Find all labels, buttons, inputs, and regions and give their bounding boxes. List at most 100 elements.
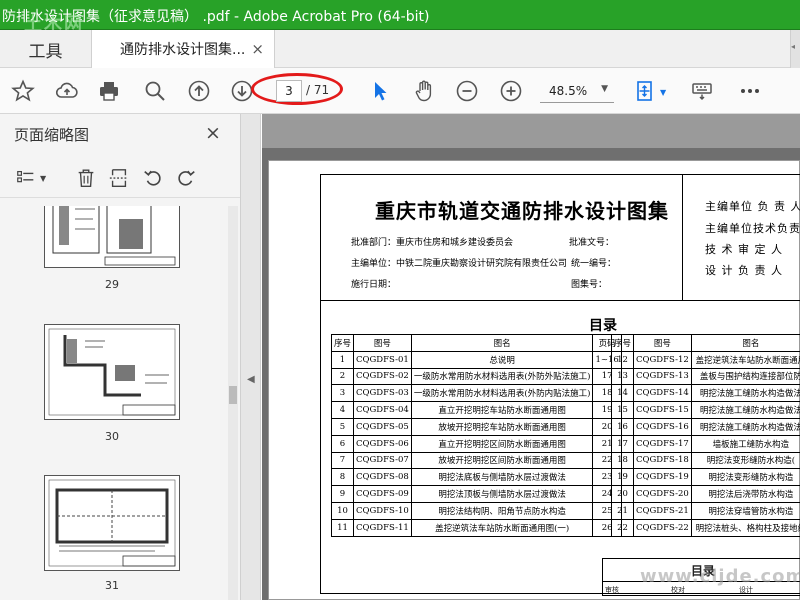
cloud-upload-icon — [55, 82, 78, 98]
bookmark-star-button[interactable] — [9, 77, 37, 105]
approval-number: 批准文号： — [569, 238, 615, 248]
document-view[interactable]: 重庆市轨道交通防排水设计图集 批准部门：重庆市住房和城乡建设委员会 批准文号： … — [262, 114, 800, 600]
select-tool-button[interactable] — [366, 77, 394, 105]
table-cell: 21 — [610, 501, 635, 520]
cursor-arrow-icon — [375, 82, 387, 101]
rotate-cw-button[interactable] — [174, 166, 198, 190]
toc-right-body: 12 CQGDFS-12 盖挖逆筑法车站防水断面通用 13 CQGDFS-13 盖板与围护… — [610, 350, 800, 537]
thumbnail-page-29[interactable] — [44, 206, 180, 268]
table-header-row: 序号 图号 图名 页码 — [330, 334, 622, 352]
table-cell: 13 — [610, 367, 635, 386]
zoom-out-button[interactable] — [453, 77, 481, 105]
table-cell: 6 — [330, 434, 355, 453]
tab-tools[interactable]: 工具 — [0, 30, 92, 68]
approval-department: 批准部门：重庆市住房和城乡建设委员会 — [351, 238, 514, 248]
tab-bar: 工具 通防排水设计图集... × ◂ — [0, 30, 800, 68]
column-header: 图名 — [410, 334, 594, 352]
role-label: 设 计 负 责 人 — [705, 264, 783, 277]
extract-page-button[interactable] — [107, 166, 131, 190]
more-tools-button[interactable] — [736, 77, 764, 105]
fit-page-button[interactable] — [632, 77, 660, 105]
table-cell: 19 — [610, 468, 635, 487]
tab-scroll[interactable]: ◂ — [790, 30, 800, 68]
minus-circle-icon — [456, 80, 478, 102]
table-cell: 明挖法桩头、格构柱及接地线 — [690, 518, 800, 537]
keyboard-tool-button[interactable] — [688, 77, 716, 105]
keyboard-icon — [692, 83, 712, 101]
table-cell: CQGDFS-10 — [353, 501, 412, 520]
table-cell: 10 — [330, 501, 355, 520]
scrollbar-thumb[interactable] — [229, 386, 237, 404]
plus-circle-icon — [500, 80, 522, 102]
signature-label: 审核 — [605, 586, 619, 594]
role-label: 主编单位技术负责人 — [705, 222, 800, 235]
table-row: 5 CQGDFS-05 放坡开挖明挖车站防水断面通用图 20 — [330, 417, 622, 436]
thumbnail-scrollbar[interactable] — [228, 206, 238, 600]
table-cell: 直立开挖明挖车站防水断面通用图 — [410, 401, 594, 419]
tab-close-icon[interactable]: × — [251, 40, 264, 58]
thumbnail-label: 31 — [105, 579, 119, 592]
table-cell: 11 — [330, 518, 355, 537]
delete-page-button[interactable] — [74, 166, 98, 190]
thumbnail-label: 29 — [105, 278, 119, 291]
upload-cloud-button[interactable] — [53, 77, 81, 105]
table-cell: 一级防水常用防水材料选用表(外防外贴法施工) — [410, 367, 594, 386]
page-number-input[interactable]: 3 — [276, 80, 302, 102]
table-cell: 盖挖逆筑法车站防水断面通用 — [690, 350, 800, 369]
table-cell: 4 — [330, 401, 355, 419]
zoom-select[interactable]: 48.5% ▼ — [540, 79, 614, 103]
table-row: 22 CQGDFS-22 明挖法桩头、格构柱及接地线 — [610, 518, 800, 537]
table-cell: CQGDFS-14 — [633, 384, 692, 403]
table-row: 3 CQGDFS-03 一级防水常用防水材料选用表(外防内贴法施工) 18 — [330, 384, 622, 403]
table-cell: 明挖法穿墙管防水构造 — [690, 501, 800, 520]
toc-table-left: 序号 图号 图名 页码 1 CQGDFS-01 总说明 1~16 2 CQGDFS-02 一… — [330, 334, 622, 537]
fit-dropdown-icon[interactable]: ▼ — [660, 88, 666, 97]
options-menu-button[interactable] — [14, 166, 38, 190]
rotate-ccw-button[interactable] — [141, 166, 165, 190]
table-cell: 14 — [610, 384, 635, 403]
table-cell: 明挖法后浇带防水构造 — [690, 485, 800, 503]
column-header: 图名 — [690, 334, 800, 352]
panel-collapse-handle[interactable]: ◀ — [241, 114, 261, 600]
table-row: 13 CQGDFS-13 盖板与围护结构连接部位防 — [610, 367, 800, 386]
search-button[interactable] — [141, 77, 169, 105]
table-row: 2 CQGDFS-02 一级防水常用防水材料选用表(外防外贴法施工) 17 — [330, 367, 622, 386]
table-header-row: 序号 图号 图名 — [610, 334, 800, 352]
table-row: 8 CQGDFS-08 明挖法底板与侧墙防水层过渡做法 23 — [330, 468, 622, 487]
table-cell: 5 — [330, 417, 355, 436]
thumbnail-list: 29 30 31 — [0, 206, 226, 600]
table-cell: 明挖法底板与侧墙防水层过渡做法 — [410, 468, 594, 487]
thumbnails-panel: 页面缩略图 × ▼ 29 30 31 — [0, 114, 241, 600]
options-chevron-icon[interactable]: ▼ — [40, 174, 46, 183]
chevron-left-icon: ◂ — [791, 42, 796, 51]
hand-tool-button[interactable] — [410, 77, 438, 105]
panel-close-icon[interactable]: × — [205, 122, 221, 144]
previous-page-button[interactable] — [185, 77, 213, 105]
thumbnail-label: 30 — [105, 430, 119, 443]
table-row: 10 CQGDFS-10 明挖法结构阴、阳角节点防水构造 25 — [330, 501, 622, 520]
table-cell: 3 — [330, 384, 355, 403]
tab-document[interactable]: 通防排水设计图集... × — [92, 30, 275, 68]
table-cell: 直立开挖明挖区间防水断面通用图 — [410, 434, 594, 453]
previous-page-bottom — [262, 114, 800, 148]
table-cell: 明挖法变形缝防水构造( — [690, 451, 800, 470]
table-cell: CQGDFS-05 — [353, 417, 412, 436]
table-cell: CQGDFS-02 — [353, 367, 412, 386]
thumbnail-page-31[interactable] — [44, 475, 180, 571]
star-icon — [11, 79, 35, 102]
toc-left-body: 1 CQGDFS-01 总说明 1~16 2 CQGDFS-02 一级防水常用防水材料选用表… — [330, 350, 622, 537]
thumbnail-toolbar: ▼ — [0, 158, 240, 198]
thumbnail-page-30[interactable] — [44, 324, 180, 420]
zoom-in-button[interactable] — [497, 77, 525, 105]
print-button[interactable] — [95, 77, 123, 105]
table-cell: 16 — [610, 417, 635, 436]
thumbnail-drawing — [52, 206, 176, 266]
list-options-icon — [17, 170, 34, 183]
column-header: 序号 — [610, 334, 635, 352]
column-header: 图号 — [633, 334, 692, 352]
collapse-arrow-icon: ◀ — [247, 374, 255, 385]
table-cell: CQGDFS-21 — [633, 501, 692, 520]
table-cell: CQGDFS-08 — [353, 468, 412, 487]
chevron-down-icon: ▼ — [601, 84, 608, 94]
table-row: 15 CQGDFS-15 明挖法施工缝防水构造做法 — [610, 401, 800, 419]
